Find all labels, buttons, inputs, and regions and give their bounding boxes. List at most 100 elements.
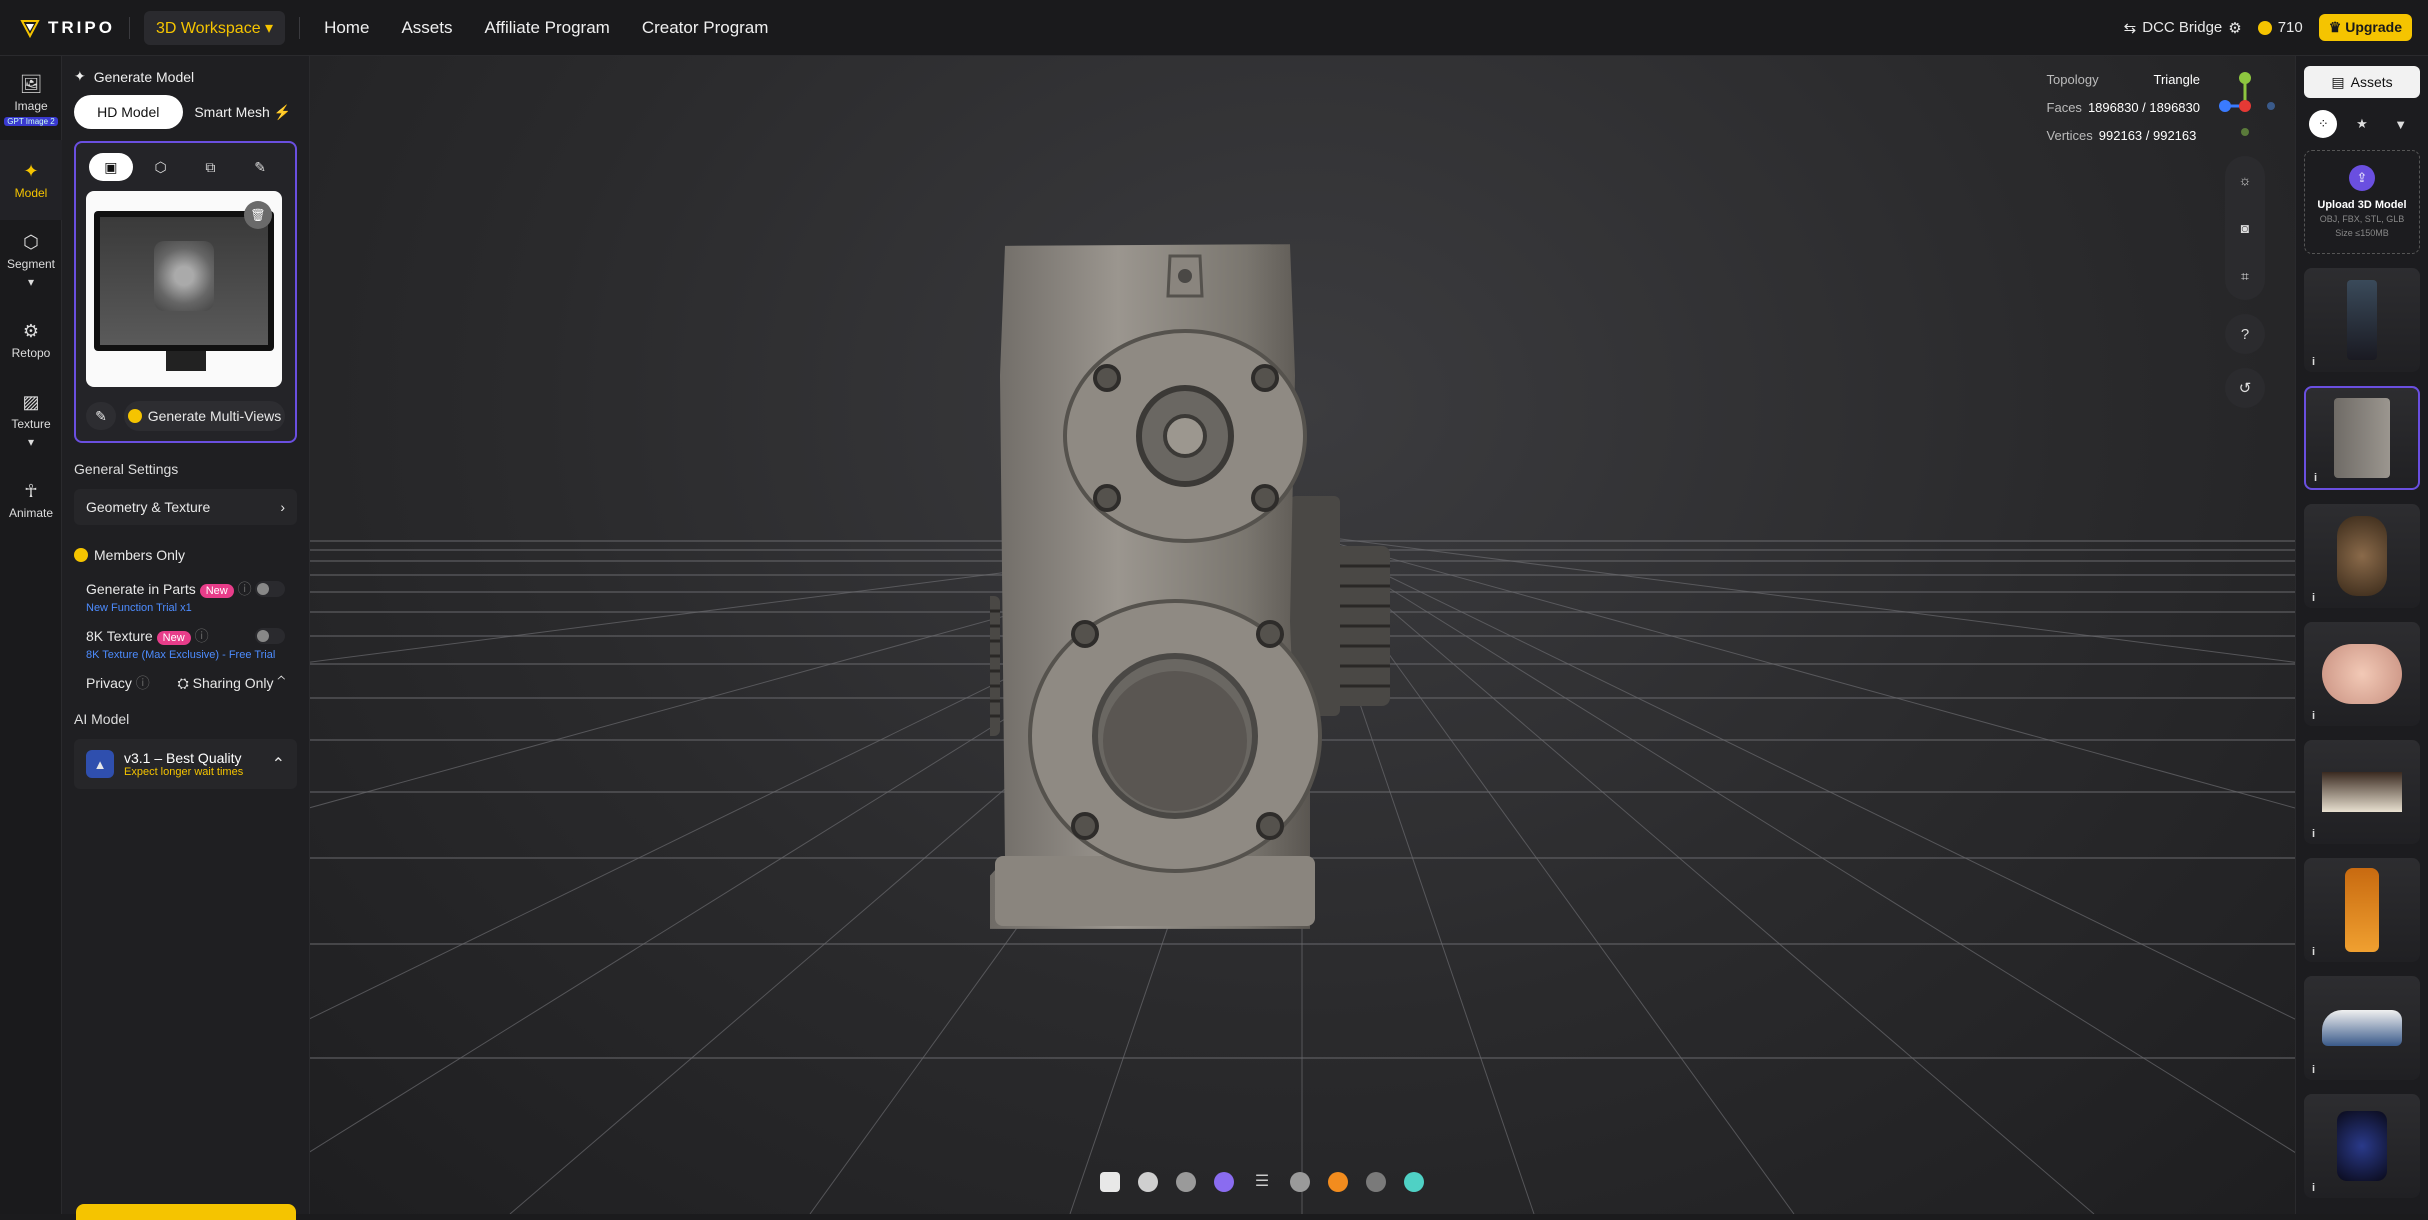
help-button[interactable]: ?	[2225, 314, 2265, 354]
asset-thumbnail[interactable]: i	[2304, 504, 2420, 608]
parts-toggle[interactable]	[255, 581, 285, 597]
tripo-logo[interactable]: TRIPO	[20, 18, 115, 38]
asset-thumbnail[interactable]: i	[2304, 976, 2420, 1080]
model-type-toggle: HD Model Smart Mesh ⚡	[74, 95, 297, 129]
rail-animate[interactable]: ☥ Animate	[0, 460, 62, 540]
all-assets-icon[interactable]: ⁘	[2309, 110, 2338, 138]
brand-name: TRIPO	[48, 17, 115, 37]
axis-gizmo[interactable]	[2215, 66, 2275, 136]
info-icon[interactable]: i	[2312, 1064, 2315, 1076]
upload-icon: ⇪	[2349, 165, 2375, 191]
render-mode-bar: ☰	[1100, 1162, 1424, 1202]
rail-retopo[interactable]: ⚙ Retopo	[0, 300, 62, 380]
rail-model[interactable]: ✦ Model	[0, 140, 62, 220]
info-icon[interactable]: i	[2312, 592, 2315, 604]
workspace-dropdown[interactable]: 3D Workspace ▾	[143, 10, 286, 45]
rail-retopo-label: Retopo	[11, 345, 51, 360]
asset-thumbnail[interactable]: i	[2304, 1094, 2420, 1198]
rail-texture[interactable]: ▨ Texture ▾	[0, 380, 62, 460]
coin-icon	[2257, 20, 2272, 35]
texture-mode-icon[interactable]	[1100, 1172, 1120, 1192]
panel-title-text: Generate Model	[93, 68, 195, 85]
upgrade-button[interactable]: ♛ Upgrade	[2318, 14, 2412, 41]
asset-thumbnail[interactable]: i	[2304, 740, 2420, 844]
rail-image-label: Image	[14, 99, 48, 113]
dark-material-icon[interactable]	[1366, 1172, 1386, 1192]
main-nav: Home Assets Affiliate Program Creator Pr…	[324, 18, 800, 38]
edit-image-button[interactable]: ✎	[86, 402, 116, 430]
batch-images-icon[interactable]: ⧉	[188, 153, 232, 181]
cyan-material-icon[interactable]	[1404, 1172, 1424, 1192]
nav-affiliate[interactable]: Affiliate Program	[484, 18, 609, 38]
ai-model-selector[interactable]: ▲ v3.1 – Best Quality Expect longer wait…	[74, 739, 297, 789]
info-icon[interactable]: i	[2312, 828, 2315, 840]
upload-3d-model[interactable]: ⇪ Upload 3D Model OBJ, FBX, STL, GLB Siz…	[2304, 150, 2420, 254]
history-icon: ↺	[2238, 380, 2252, 397]
help-icon[interactable]: ⓘ	[195, 628, 209, 644]
gray-material-icon[interactable]	[1290, 1172, 1310, 1192]
nav-home[interactable]: Home	[324, 18, 369, 38]
asset-thumbnail[interactable]: i	[2304, 268, 2420, 372]
vertices-label: Vertices	[2046, 128, 2093, 143]
lightning-icon: ⚡	[273, 103, 292, 120]
info-icon[interactable]: i	[2314, 472, 2317, 484]
sparkle-icon: ✦	[74, 68, 86, 84]
rail-segment[interactable]: ⬡ Segment ▾	[0, 220, 62, 300]
tex8k-toggle[interactable]	[255, 628, 285, 644]
geometry-texture-row[interactable]: Geometry & Texture ›	[74, 489, 297, 525]
divider	[299, 16, 301, 39]
dcc-bridge-button[interactable]: ⇆ DCC Bridge ⚙	[2124, 19, 2242, 37]
info-icon[interactable]: i	[2312, 1182, 2315, 1194]
sparkle-icon: ✦	[23, 160, 39, 181]
generate-multiviews-label: Generate Multi-Views	[147, 408, 282, 424]
upload-title: Upload 3D Model	[2317, 199, 2407, 211]
nav-creator[interactable]: Creator Program	[642, 18, 769, 38]
settings-sliders-icon[interactable]: ☰	[1252, 1172, 1272, 1192]
sharing-dropdown[interactable]: ⛭ Sharing Only ⌃	[178, 675, 285, 692]
shaded-mode-icon[interactable]	[1176, 1172, 1196, 1192]
normal-mode-icon[interactable]	[1214, 1172, 1234, 1192]
gearbox-model[interactable]	[990, 236, 1590, 956]
help-icon[interactable]: ⓘ	[238, 581, 252, 597]
assets-tab[interactable]: ▤ Assets	[2304, 66, 2420, 98]
clay-mode-icon[interactable]	[1138, 1172, 1158, 1192]
rail-texture-label: Texture	[11, 416, 51, 431]
camera-icon[interactable]: ◙	[2227, 210, 2263, 246]
info-icon[interactable]: i	[2312, 710, 2315, 722]
single-image-icon[interactable]: ▣	[88, 153, 133, 181]
orange-material-icon[interactable]	[1328, 1172, 1348, 1192]
top-bar: TRIPO 3D Workspace ▾ Home Assets Affilia…	[0, 0, 2428, 56]
asset-thumbnail[interactable]: i	[2304, 858, 2420, 962]
fullscreen-icon[interactable]: ⌗	[2227, 258, 2263, 294]
coin-icon	[127, 409, 142, 423]
lighting-icon[interactable]: ☼	[2227, 162, 2263, 198]
asset-thumbnail-selected[interactable]: i	[2304, 386, 2420, 490]
viewport-tools: ☼ ◙ ⌗ ? ↺	[2225, 156, 2265, 408]
nav-assets[interactable]: Assets	[401, 18, 452, 38]
upload-size: Size ≤150MB	[2335, 228, 2389, 238]
generate-multiviews-button[interactable]: Generate Multi-Views	[124, 401, 285, 431]
delete-icon[interactable]: 🗑	[244, 201, 272, 229]
mesh-icon: ⚙	[22, 320, 40, 341]
asset-thumbnail[interactable]: i	[2304, 622, 2420, 726]
vertices-value: 992163 / 992163	[2098, 128, 2197, 143]
multi-view-icon[interactable]: ⬡	[139, 153, 183, 181]
info-icon[interactable]: i	[2312, 356, 2315, 368]
hd-model-tab[interactable]: HD Model	[74, 95, 183, 129]
help-icon[interactable]: ⓘ	[136, 675, 150, 691]
3d-viewport[interactable]: Topology Triangle Faces 1896830 / 1896830 …	[310, 56, 2295, 1214]
topology-label: Topology	[2046, 72, 2099, 87]
chevron-up-icon: ⌃	[277, 674, 285, 691]
credits[interactable]: 710	[2257, 19, 2303, 36]
smart-mesh-tab[interactable]: Smart Mesh ⚡	[189, 95, 298, 129]
filter-icon[interactable]: ▼	[2387, 110, 2415, 138]
tex8k-label: 8K Texture	[86, 628, 153, 644]
generate-button[interactable]	[76, 1204, 296, 1220]
star-icon[interactable]: ★	[2348, 110, 2376, 138]
uploaded-image-preview[interactable]: 🗑	[86, 191, 282, 387]
history-button[interactable]: ↺	[2225, 368, 2265, 408]
chevron-right-icon: ›	[280, 499, 285, 515]
text-edit-icon[interactable]: ✎	[238, 153, 282, 181]
info-icon[interactable]: i	[2312, 946, 2315, 958]
rail-image[interactable]: 🖼 Image GPT Image 2	[0, 60, 62, 140]
